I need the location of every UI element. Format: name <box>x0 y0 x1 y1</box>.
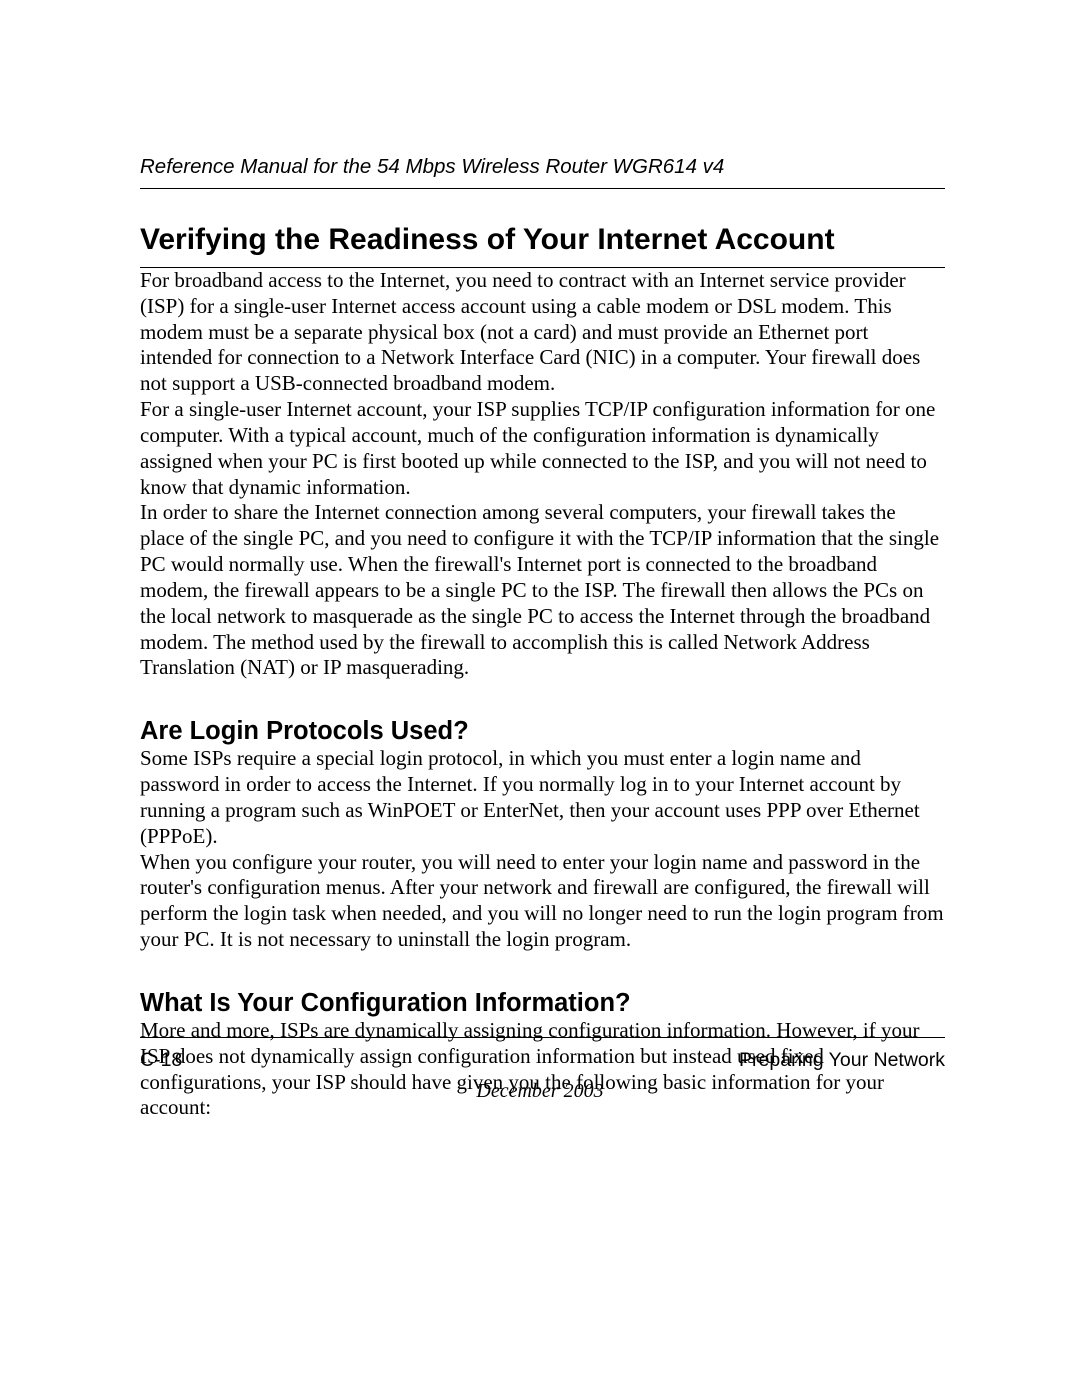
body-paragraph: When you configure your router, you will… <box>140 850 945 953</box>
running-header: Reference Manual for the 54 Mbps Wireles… <box>140 155 945 189</box>
page-number: C-18 <box>140 1049 182 1072</box>
section-label: Preparing Your Network <box>739 1049 945 1072</box>
body-paragraph: For broadband access to the Internet, yo… <box>140 268 945 397</box>
body-paragraph: For a single-user Internet account, your… <box>140 397 945 500</box>
footer-rule <box>140 1037 945 1038</box>
footer-line: C-18 Preparing Your Network <box>140 1049 945 1072</box>
body-paragraph: In order to share the Internet connectio… <box>140 500 945 681</box>
section-heading: Verifying the Readiness of Your Internet… <box>140 223 945 268</box>
subsection-heading: Are Login Protocols Used? <box>140 717 945 746</box>
document-page: Reference Manual for the 54 Mbps Wireles… <box>0 0 1080 1397</box>
body-paragraph: Some ISPs require a special login protoc… <box>140 746 945 849</box>
footer-date: December 2003 <box>0 1080 1080 1103</box>
subsection-heading: What Is Your Configuration Information? <box>140 989 945 1018</box>
